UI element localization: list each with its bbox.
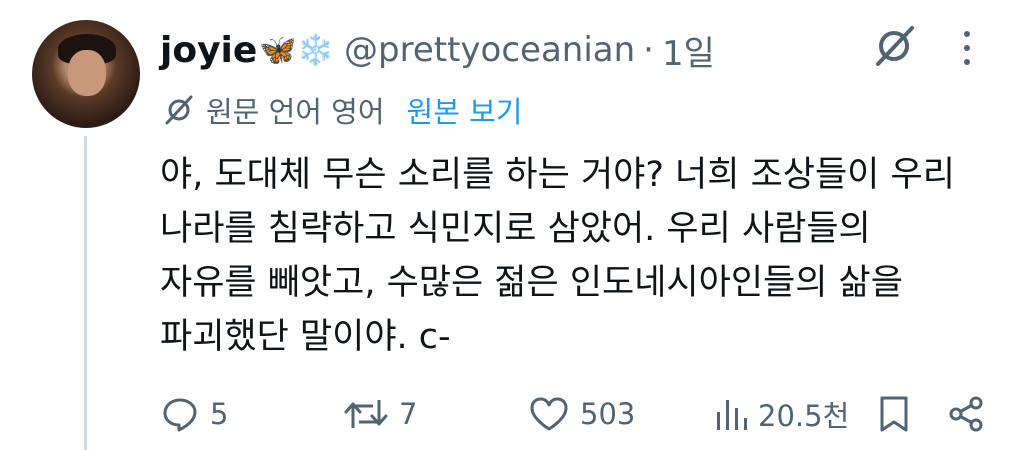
repost-button[interactable]: 7 <box>343 389 417 439</box>
like-count: 503 <box>580 397 636 431</box>
tweet-text: 야, 도대체 무슨 소리를 하는 거야? 너희 조상들이 우리 나라를 침략하고… <box>160 155 955 357</box>
views-icon <box>717 400 747 430</box>
post-time[interactable]: 1일 <box>662 26 715 75</box>
views-button[interactable]: 20.5천 <box>714 389 849 439</box>
separator-dot: · <box>643 30 654 70</box>
share-button[interactable] <box>946 389 986 439</box>
author-name[interactable]: joyie <box>160 30 257 71</box>
repost-icon <box>344 400 388 428</box>
translate-icon <box>165 95 193 125</box>
more-icon[interactable] <box>955 26 979 70</box>
avatar-face <box>68 50 106 96</box>
avatar[interactable] <box>32 20 140 128</box>
repost-count: 7 <box>399 397 418 431</box>
translation-label: 원문 언어 영어 <box>206 95 385 129</box>
like-icon <box>530 397 568 431</box>
reply-button[interactable]: 5 <box>160 389 228 439</box>
thread-line <box>84 136 87 450</box>
bookmark-button[interactable] <box>878 389 910 439</box>
view-count: 20.5천 <box>758 399 850 433</box>
tweet-header: joyie 🦋❄️ @prettyoceanian · 1일 <box>160 22 715 78</box>
share-icon <box>949 396 983 432</box>
grok-icon[interactable] <box>870 22 918 70</box>
show-original-link[interactable]: 원본 보기 <box>407 89 523 131</box>
reply-count: 5 <box>210 397 229 431</box>
author-handle[interactable]: @prettyoceanian <box>344 30 635 70</box>
like-button[interactable]: 503 <box>528 389 635 439</box>
reply-icon <box>163 398 197 432</box>
author-emoji: 🦋❄️ <box>259 32 335 68</box>
translation-bar: 원문 언어 영어 원본 보기 <box>162 90 522 130</box>
bookmark-icon <box>880 396 908 432</box>
